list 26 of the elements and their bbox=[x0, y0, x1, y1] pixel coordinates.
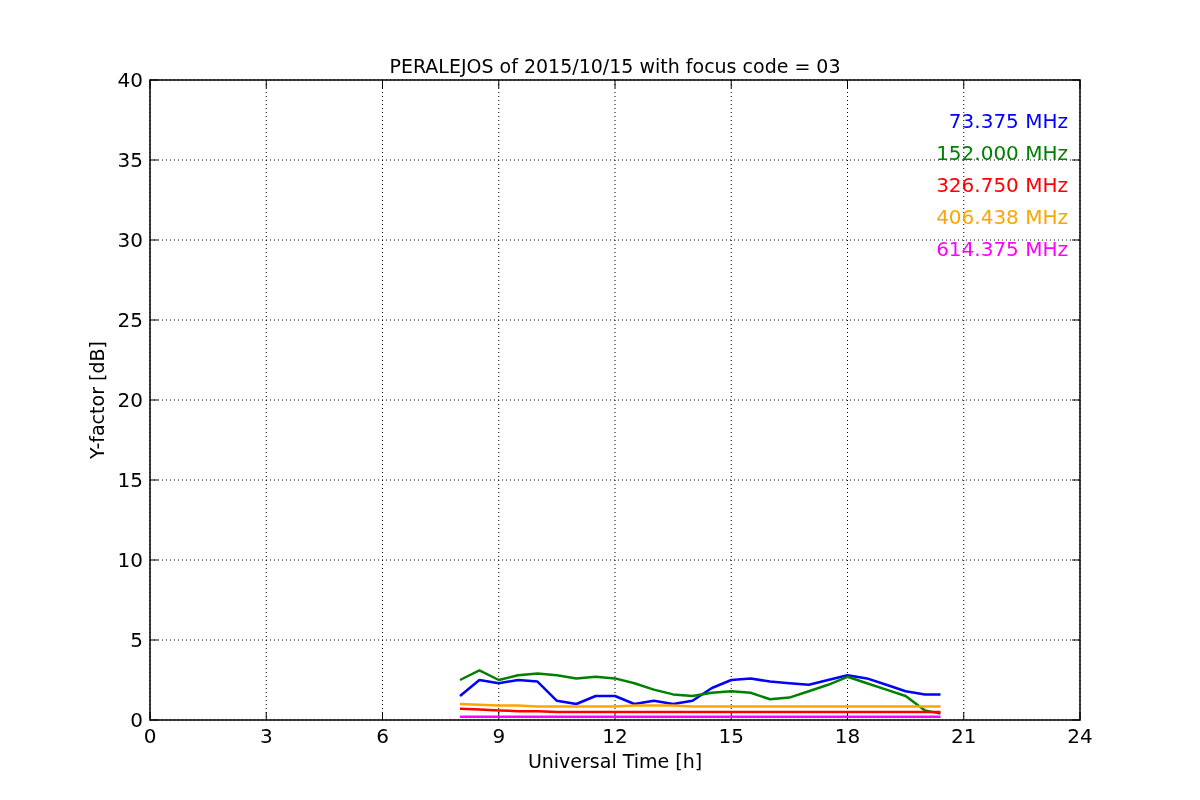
x-tick-label: 3 bbox=[259, 724, 273, 748]
legend-label: 326.750 MHz bbox=[936, 173, 1068, 197]
x-tick-label: 9 bbox=[492, 724, 506, 748]
legend-label: 406.438 MHz bbox=[936, 205, 1068, 229]
y-axis-label: Y-factor [dB] bbox=[86, 341, 108, 459]
y-tick-label: 5 bbox=[130, 628, 143, 652]
x-tick-label: 0 bbox=[143, 724, 157, 748]
x-tick-label: 12 bbox=[602, 724, 628, 748]
y-tick-label: 25 bbox=[117, 308, 143, 332]
legend-label: 73.375 MHz bbox=[948, 109, 1068, 133]
y-tick-label: 30 bbox=[117, 228, 143, 252]
x-tick-label: 6 bbox=[376, 724, 389, 748]
x-tick-label: 18 bbox=[834, 724, 861, 748]
y-tick-label: 35 bbox=[117, 148, 143, 172]
x-tick-label: 15 bbox=[718, 724, 744, 748]
legend-label: 614.375 MHz bbox=[936, 237, 1068, 261]
y-tick-label: 20 bbox=[117, 388, 143, 412]
y-tick-label: 0 bbox=[130, 708, 143, 732]
x-tick-label: 21 bbox=[951, 724, 977, 748]
legend-label: 152.000 MHz bbox=[936, 141, 1068, 165]
y-tick-label: 10 bbox=[117, 548, 143, 572]
x-tick-label: 24 bbox=[1067, 724, 1093, 748]
y-tick-label: 40 bbox=[117, 68, 143, 92]
x-axis-label: Universal Time [h] bbox=[527, 750, 703, 772]
chart-title: PERALEJOS of 2015/10/15 with focus code = 03 bbox=[389, 55, 841, 77]
y-tick-label: 15 bbox=[117, 468, 143, 492]
